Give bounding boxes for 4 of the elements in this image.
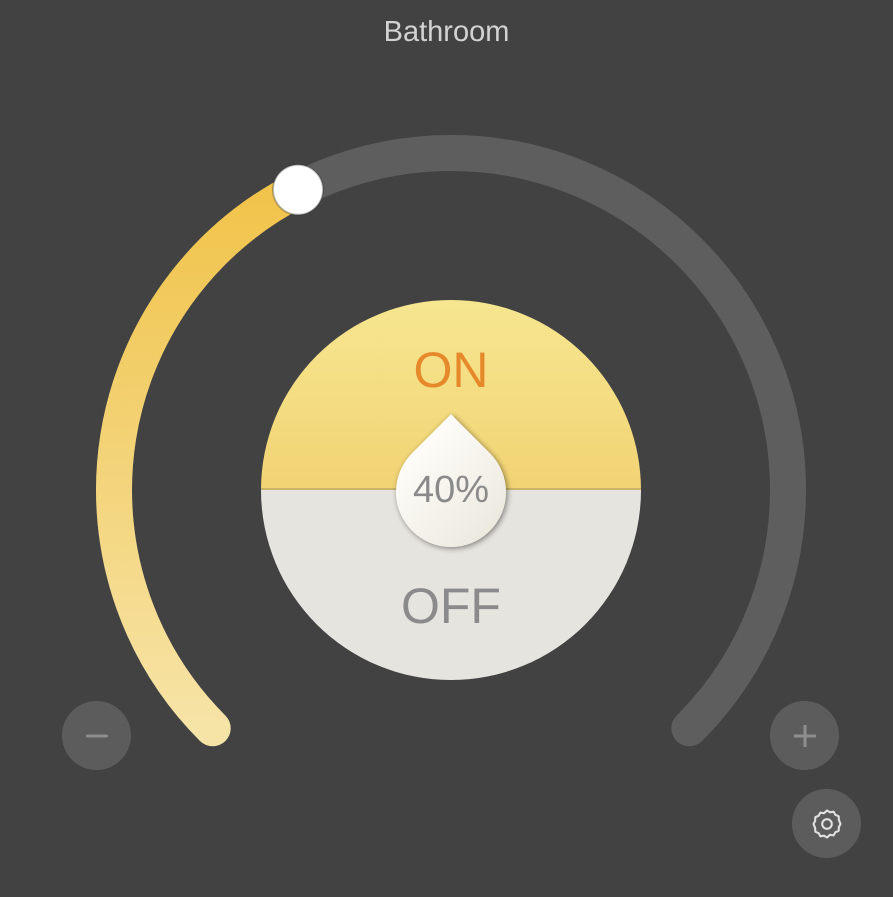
minus-icon (86, 734, 108, 738)
plus-icon (794, 724, 816, 746)
room-title: Bathroom (384, 15, 510, 50)
dial-handle[interactable] (272, 164, 324, 216)
